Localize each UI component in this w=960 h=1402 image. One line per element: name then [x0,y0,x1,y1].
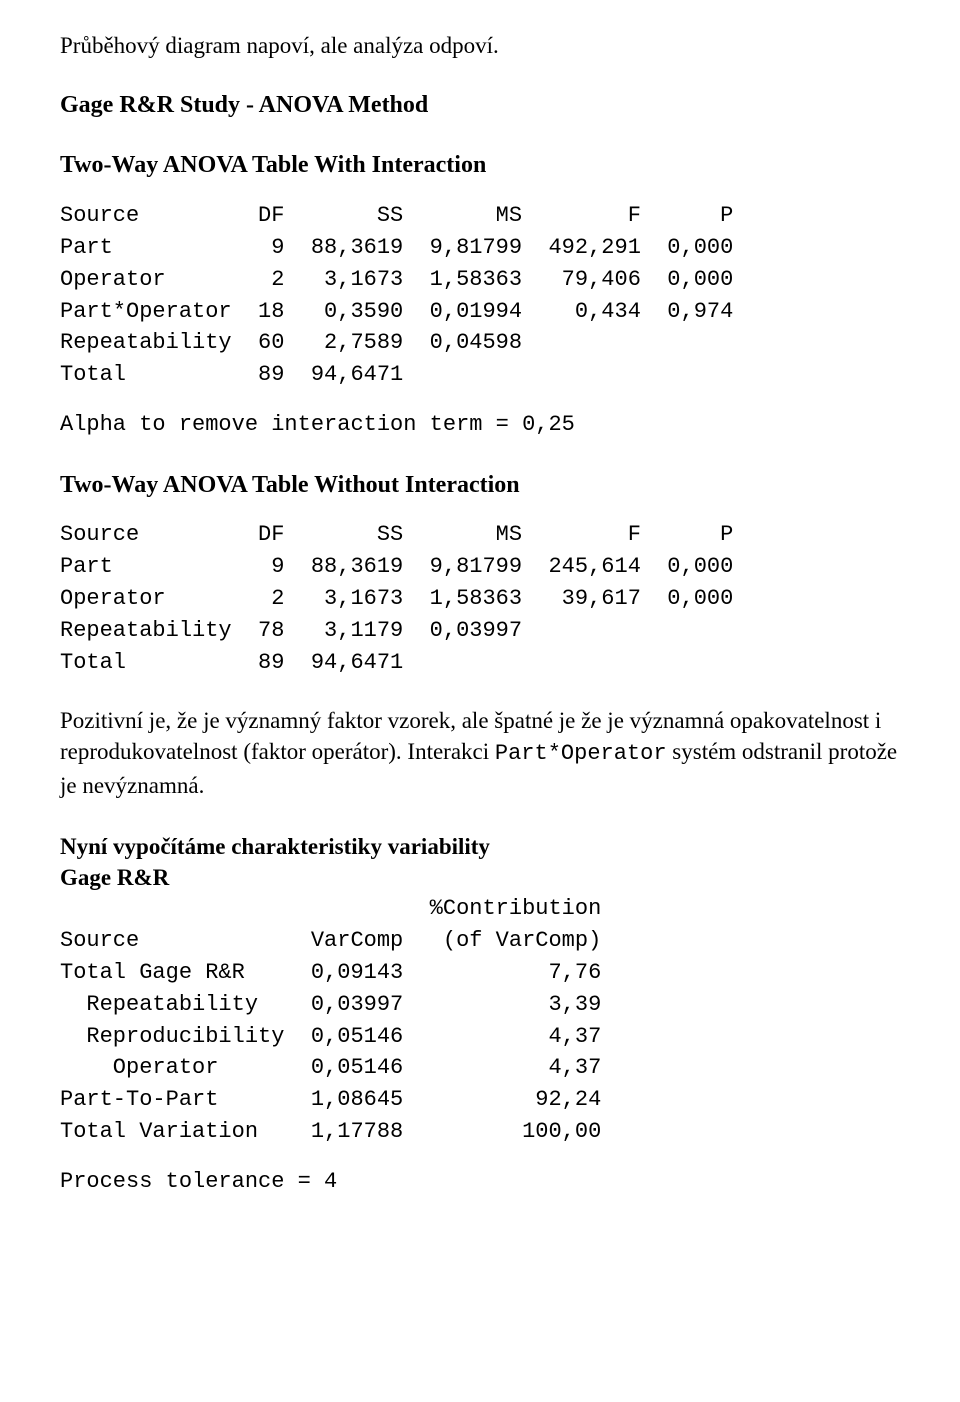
analysis-code: Part*Operator [495,741,667,766]
analysis-paragraph: Pozitivní je, že je významný faktor vzor… [60,705,900,801]
table1: Source DF SS MS F P Part 9 88,3619 9,817… [60,200,900,391]
intro-line: Průběhový diagram napoví, ale analýza od… [60,30,900,61]
study-title: Gage R&R Study - ANOVA Method [60,89,900,121]
table3: %Contribution Source VarComp (of VarComp… [60,893,900,1148]
gage-label: Gage R&R [60,862,900,893]
table1-title: Two-Way ANOVA Table With Interaction [60,149,900,181]
table2: Source DF SS MS F P Part 9 88,3619 9,817… [60,519,900,678]
tolerance-line: Process tolerance = 4 [60,1166,900,1198]
alpha-line: Alpha to remove interaction term = 0,25 [60,409,900,441]
table2-title: Two-Way ANOVA Table Without Interaction [60,469,900,501]
characteristics-title: Nyní vypočítáme charakteristiky variabil… [60,831,900,862]
